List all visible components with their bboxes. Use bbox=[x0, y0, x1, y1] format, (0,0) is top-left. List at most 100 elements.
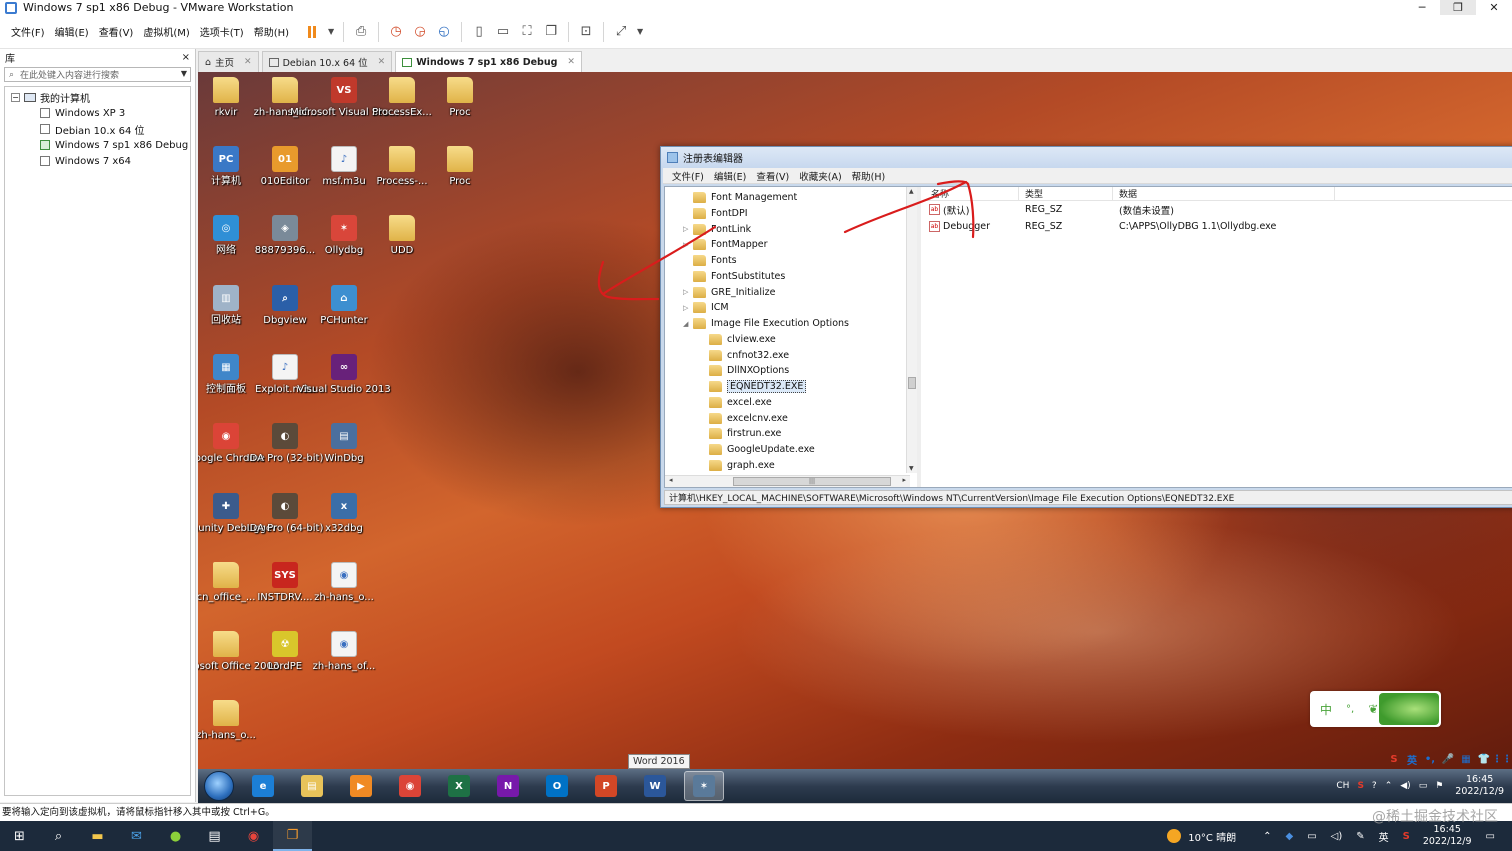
tab-debian[interactable]: Debian 10.x 64 位 ✕ bbox=[261, 51, 393, 72]
snapshot-manager-icon[interactable]: ◵ bbox=[434, 22, 454, 42]
guest-desktop[interactable]: rkvir zh-hans_of... VS Microsoft Visual Stu… bbox=[198, 72, 1512, 803]
pause-icon[interactable] bbox=[302, 22, 322, 42]
unity-icon[interactable]: ❐ bbox=[541, 22, 561, 42]
value-row[interactable]: ab Debugger REG_SZ C:\APPS\OllyDBG 1.1\Ol… bbox=[925, 218, 1512, 235]
close-button[interactable]: ✕ bbox=[1476, 0, 1512, 15]
taskbar-app-button[interactable]: ◉ bbox=[390, 771, 430, 801]
language-indicator[interactable]: CH bbox=[1336, 781, 1349, 791]
sogou-tray-icon[interactable]: S bbox=[1357, 781, 1363, 791]
menu-edit[interactable]: 编辑(E) bbox=[50, 24, 94, 39]
tree-vm-item[interactable]: Windows XP 3 bbox=[5, 105, 190, 121]
desktop-icon[interactable]: 01 010Editor bbox=[255, 146, 315, 188]
chevron-down-icon[interactable]: ▼ bbox=[181, 69, 187, 78]
pen-icon[interactable]: ✎ bbox=[1356, 831, 1364, 842]
scroll-up-icon[interactable]: ▲ bbox=[909, 188, 914, 195]
desktop-icon[interactable]: Proc bbox=[430, 146, 490, 188]
start-button[interactable] bbox=[204, 771, 234, 801]
scroll-thumb[interactable] bbox=[908, 377, 916, 389]
desktop-icon[interactable]: x x32dbg bbox=[314, 493, 374, 535]
regedit-title-bar[interactable]: 注册表编辑器 ▁ ▭ ✕ bbox=[661, 147, 1512, 168]
tree-horizontal-scrollbar[interactable]: ◂ ||| ▸ bbox=[665, 475, 910, 487]
ime-mode-label[interactable]: 中 bbox=[1320, 701, 1332, 718]
registry-values-list[interactable]: 名称 类型 数据 ab (默认) REG_SZ (数值未设置) ab Debugge… bbox=[925, 186, 1512, 487]
show-hidden-icons[interactable]: ⌃ bbox=[1385, 781, 1393, 791]
registry-key[interactable]: ◢ Image File Execution Options bbox=[683, 316, 849, 331]
desktop-icon[interactable]: ProcessEx... bbox=[372, 77, 432, 119]
windows-start-icon[interactable]: ⊞ bbox=[0, 821, 39, 851]
column-name[interactable]: 名称 bbox=[925, 186, 1019, 201]
fullscreen-icon[interactable]: ⛶ bbox=[517, 22, 537, 42]
tab-home[interactable]: ⌂ 主页 ✕ bbox=[198, 51, 259, 72]
desktop-icon[interactable]: ♪ msf.m3u bbox=[314, 146, 374, 188]
defender-icon[interactable]: ◆ bbox=[1285, 831, 1293, 842]
regedit-menu-view[interactable]: 查看(V) bbox=[751, 169, 794, 183]
ime-punct-icon[interactable]: °, bbox=[1346, 704, 1354, 715]
registry-key[interactable]: graph.exe bbox=[699, 458, 775, 473]
desktop-icon[interactable]: VS Microsoft Visual Stu... bbox=[290, 77, 398, 119]
taskbar-app-button[interactable]: e bbox=[243, 771, 283, 801]
scroll-thumb[interactable]: ||| bbox=[733, 477, 891, 486]
regedit-menu-favorites[interactable]: 收藏夹(A) bbox=[794, 169, 846, 183]
scroll-down-icon[interactable]: ▼ bbox=[909, 465, 914, 472]
registry-key[interactable]: excelcnv.exe bbox=[699, 411, 788, 426]
registry-key[interactable]: ▷ ICM bbox=[683, 300, 729, 315]
registry-key[interactable]: GoogleUpdate.exe bbox=[699, 442, 815, 457]
registry-key[interactable]: ▷ FontLink bbox=[683, 222, 751, 237]
taskbar-app-button[interactable]: ▶ bbox=[341, 771, 381, 801]
taskbar-app-button[interactable]: X bbox=[439, 771, 479, 801]
registry-key[interactable]: DllNXOptions bbox=[699, 363, 789, 378]
expand-arrow-icon[interactable]: ◢ bbox=[683, 320, 691, 328]
desktop-icon[interactable]: ▥ 回收站 bbox=[198, 285, 256, 327]
taskbar-app-button[interactable]: W bbox=[635, 771, 675, 801]
registry-key[interactable]: firstrun.exe bbox=[699, 426, 781, 441]
volume-icon[interactable]: ◁) bbox=[1331, 831, 1343, 842]
menu-view[interactable]: 查看(V) bbox=[94, 24, 139, 39]
help-icon[interactable]: ? bbox=[1372, 781, 1377, 791]
maximize-button[interactable]: ❐ bbox=[1440, 0, 1476, 15]
snapshot-icon[interactable]: ◷ bbox=[386, 22, 406, 42]
chevron-down-icon[interactable]: ▼ bbox=[326, 22, 336, 42]
chrome-icon[interactable]: ◉ bbox=[234, 821, 273, 851]
taskbar-app-button[interactable]: O bbox=[537, 771, 577, 801]
desktop-icon[interactable]: zh-hans_o... bbox=[198, 700, 256, 742]
menu-vm[interactable]: 虚拟机(M) bbox=[138, 24, 194, 39]
tab-close-icon[interactable]: ✕ bbox=[567, 57, 575, 67]
registry-key[interactable]: FontSubstitutes bbox=[683, 269, 785, 284]
console-icon[interactable]: ⊡ bbox=[576, 22, 596, 42]
desktop-icon[interactable]: ∞ Visual Studio 2013 bbox=[297, 354, 391, 396]
desktop-icon[interactable]: ◎ 网络 bbox=[198, 215, 256, 257]
desktop-icon[interactable]: ☢ LordPE bbox=[255, 631, 315, 673]
tab-win7-debug[interactable]: Windows 7 sp1 x86 Debug ✕ bbox=[395, 51, 582, 72]
regedit-menu-edit[interactable]: 编辑(E) bbox=[709, 169, 751, 183]
regedit-menu-help[interactable]: 帮助(H) bbox=[847, 169, 891, 183]
notepad-icon[interactable]: ▤ bbox=[195, 821, 234, 851]
tab-close-icon[interactable]: ✕ bbox=[244, 57, 252, 67]
kiwi-app-icon[interactable]: ● bbox=[156, 821, 195, 851]
keyboard-icon[interactable]: ▦ bbox=[1458, 751, 1474, 767]
host-clock[interactable]: 16:45 2022/12/9 bbox=[1423, 824, 1472, 848]
volume-icon[interactable]: ◀) bbox=[1400, 781, 1410, 791]
desktop-icon[interactable]: ◈ 88879396... bbox=[255, 215, 315, 257]
tree-vm-item-selected[interactable]: Windows 7 sp1 x86 Debug bbox=[5, 137, 190, 153]
ime-mascot-icon[interactable]: ❦ bbox=[1368, 702, 1378, 716]
value-row[interactable]: ab (默认) REG_SZ (数值未设置) bbox=[925, 201, 1512, 218]
collapse-icon[interactable]: − bbox=[11, 92, 20, 102]
ime-status-widget[interactable]: 中 °, ❦ bbox=[1310, 691, 1441, 727]
search-icon[interactable]: ⌕ bbox=[39, 821, 78, 851]
desktop-icon[interactable]: Proc bbox=[430, 77, 490, 119]
minimize-button[interactable]: ─ bbox=[1404, 0, 1440, 15]
taskbar-app-button[interactable]: ▤ bbox=[292, 771, 332, 801]
desktop-icon[interactable]: ◐ IDA Pro (64-bit) bbox=[247, 493, 323, 535]
desktop-icon[interactable]: ✶ Ollydbg bbox=[314, 215, 374, 257]
sogou-tray-icon[interactable]: S bbox=[1403, 831, 1410, 842]
sogou-icon[interactable]: S bbox=[1386, 751, 1402, 767]
desktop-icon[interactable]: ◉ zh-hans_o... bbox=[314, 562, 374, 604]
column-data[interactable]: 数据 bbox=[1113, 186, 1335, 201]
desktop-icon[interactable]: UDD bbox=[372, 215, 432, 257]
desktop-icon[interactable]: ◉ zh-hans_of... bbox=[313, 631, 375, 673]
tree-vm-item[interactable]: Debian 10.x 64 位 bbox=[5, 121, 190, 137]
expand-arrow-icon[interactable]: ▷ bbox=[683, 304, 691, 312]
stretch-icon[interactable]: ⤢ bbox=[611, 22, 631, 42]
expand-arrow-icon[interactable]: ▷ bbox=[683, 225, 691, 233]
chevron-down-icon[interactable]: ▼ bbox=[635, 22, 645, 42]
